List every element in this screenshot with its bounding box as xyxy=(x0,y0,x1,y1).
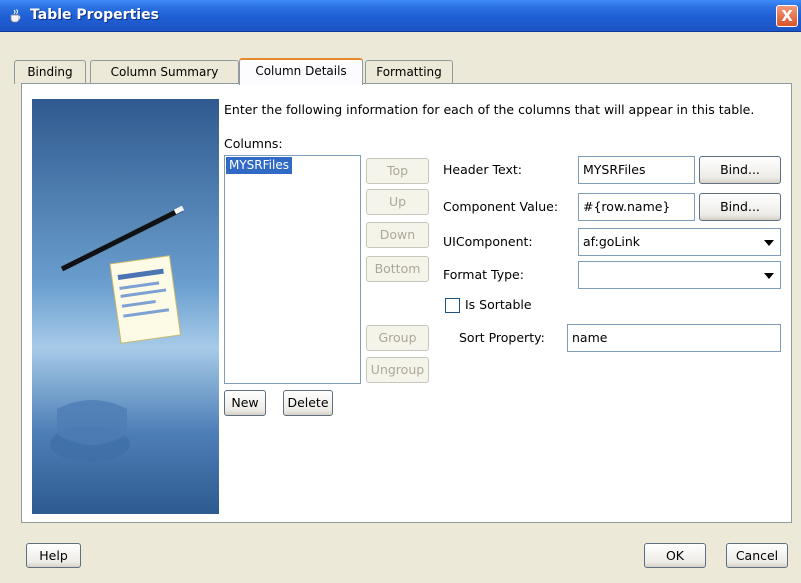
column-details-panel: Enter the following information for each… xyxy=(21,83,792,523)
tab-label: Column Summary xyxy=(110,65,219,79)
chevron-down-icon xyxy=(764,273,774,279)
list-item[interactable]: MYSRFiles xyxy=(226,157,292,174)
uicomponent-label: UIComponent: xyxy=(443,234,533,249)
tab-label: Formatting xyxy=(376,65,442,79)
cancel-button[interactable]: Cancel xyxy=(726,543,788,568)
delete-button[interactable]: Delete xyxy=(283,390,333,416)
header-text-label: Header Text: xyxy=(443,162,522,177)
columns-list[interactable]: MYSRFiles xyxy=(224,155,361,384)
sort-property-label: Sort Property: xyxy=(459,330,545,345)
button-label: Ungroup xyxy=(370,362,425,377)
is-sortable-label: Is Sortable xyxy=(465,297,532,312)
tab-binding[interactable]: Binding xyxy=(14,60,86,84)
format-type-label: Format Type: xyxy=(443,267,524,282)
new-button[interactable]: New xyxy=(224,390,266,416)
instructions-text: Enter the following information for each… xyxy=(224,102,755,117)
tab-label: Binding xyxy=(27,65,73,79)
format-type-select[interactable] xyxy=(578,261,781,289)
coffee-cup-icon xyxy=(10,9,21,23)
up-button[interactable]: Up xyxy=(366,189,429,215)
decorative-side-image xyxy=(32,99,219,514)
tab-label: Column Details xyxy=(255,64,347,78)
component-value-label: Component Value: xyxy=(443,199,559,214)
button-label: Help xyxy=(39,548,68,563)
button-label: Bind... xyxy=(720,199,760,214)
close-button[interactable]: X xyxy=(776,5,798,27)
title-bar[interactable]: Table Properties X xyxy=(0,0,801,32)
button-label: Bind... xyxy=(720,162,760,177)
button-label: New xyxy=(231,395,259,410)
ungroup-button[interactable]: Ungroup xyxy=(366,357,429,383)
button-label: OK xyxy=(665,548,685,563)
component-bind-button[interactable]: Bind... xyxy=(699,193,781,221)
help-button[interactable]: Help xyxy=(26,543,81,568)
group-button[interactable]: Group xyxy=(366,325,429,351)
columns-label: Columns: xyxy=(224,136,283,151)
down-button[interactable]: Down xyxy=(366,222,429,248)
tab-column-summary[interactable]: Column Summary xyxy=(90,60,239,84)
button-label: Group xyxy=(378,330,417,345)
button-label: Cancel xyxy=(735,548,779,563)
close-icon: X xyxy=(781,7,793,25)
component-value-input[interactable]: #{row.name} xyxy=(578,193,695,221)
button-label: Down xyxy=(379,227,416,242)
table-properties-dialog: Table Properties X Binding Column Summar… xyxy=(0,0,801,583)
button-label: Bottom xyxy=(374,261,421,276)
uicomponent-select[interactable]: af:goLink xyxy=(578,228,781,256)
button-label: Top xyxy=(386,163,409,178)
button-label: Delete xyxy=(287,395,329,410)
top-button[interactable]: Top xyxy=(366,158,429,184)
button-label: Up xyxy=(388,194,407,209)
tab-column-details[interactable]: Column Details xyxy=(239,58,363,85)
header-bind-button[interactable]: Bind... xyxy=(699,156,781,184)
is-sortable-checkbox[interactable] xyxy=(445,298,460,313)
ok-button[interactable]: OK xyxy=(644,543,706,568)
header-text-input[interactable]: MYSRFiles xyxy=(578,156,695,184)
tab-formatting[interactable]: Formatting xyxy=(365,60,453,84)
bottom-button[interactable]: Bottom xyxy=(366,256,429,282)
sort-property-input[interactable]: name xyxy=(567,324,781,352)
window-title: Table Properties xyxy=(30,7,159,23)
uicomponent-value: af:goLink xyxy=(583,234,641,249)
chevron-down-icon xyxy=(764,240,774,246)
